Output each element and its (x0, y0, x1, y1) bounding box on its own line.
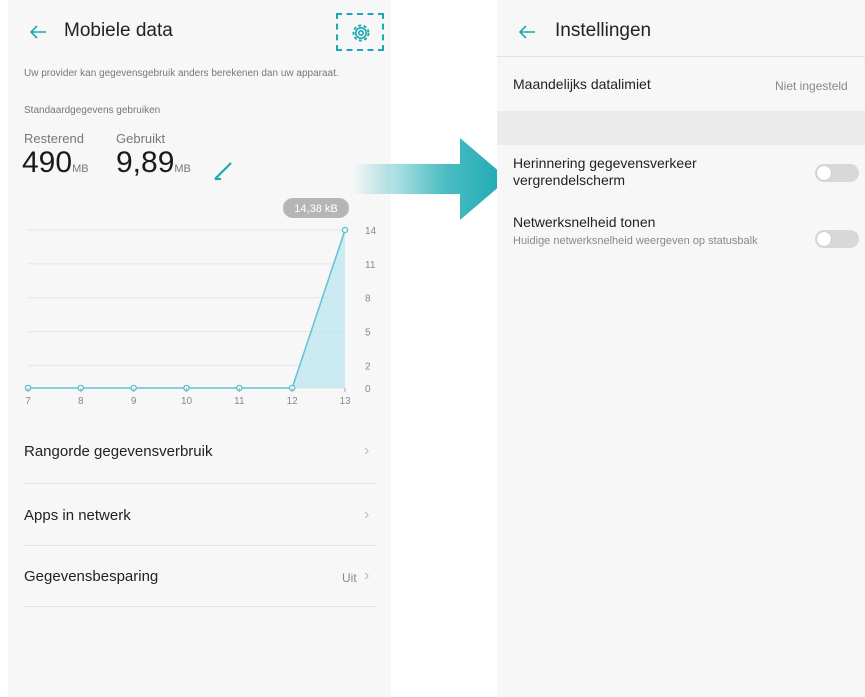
monthly-limit-value: Niet ingesteld (775, 79, 848, 93)
remaining-amount: 490MB (22, 146, 89, 180)
remaining-value: 490 (22, 146, 73, 179)
divider (24, 483, 376, 484)
tooltip-label: 14,38 kB (294, 203, 337, 215)
settings-button[interactable] (336, 13, 384, 51)
x-tick-label: 13 (339, 396, 351, 407)
mobile-data-screen: Mobiele data Uw provider kan gegevensgeb… (8, 0, 391, 697)
monthly-limit-label[interactable]: Maandelijks datalimiet (513, 76, 651, 92)
settings-header: Instellingen (497, 0, 865, 60)
menu-item-apps-label[interactable]: Apps in netwerk (24, 507, 131, 524)
usage-line (28, 229, 346, 389)
x-tick-label: 7 (25, 396, 31, 407)
reminder-toggle[interactable] (815, 164, 859, 182)
network-speed-label: Netwerksnelheid tonen (513, 214, 656, 230)
network-speed-sublabel: Huidige netwerksnelheid weergeven op sta… (513, 235, 758, 247)
y-tick-label: 11 (365, 260, 376, 271)
data-point (341, 226, 349, 234)
chevron-right-icon: › (364, 506, 370, 523)
data-saver-status: Uit (342, 571, 357, 585)
section-gap (497, 111, 865, 145)
used-unit: MB (174, 163, 191, 175)
y-tick-label: 5 (365, 328, 371, 339)
y-tick-label: 2 (365, 361, 371, 372)
y-tick-label: 14 (365, 226, 377, 237)
toggle-knob (817, 166, 831, 180)
divider (24, 545, 376, 546)
x-tick-label: 9 (131, 396, 137, 407)
usage-chart: 0 2 5 8 11 14 7 8 9 10 11 12 13 14,38 kB (24, 198, 377, 407)
divider (497, 56, 865, 57)
default-data-label: Standaardgegevens gebruiken (24, 105, 161, 116)
provider-notice: Uw provider kan gegevensgebruik anders b… (24, 68, 339, 79)
pencil-icon[interactable] (212, 160, 234, 182)
back-arrow-icon[interactable] (517, 22, 537, 42)
chevron-right-icon: › (364, 567, 370, 584)
used-value: 9,89 (116, 146, 175, 179)
menu-item-data-saver-label[interactable]: Gegevensbesparing (24, 568, 158, 585)
x-tick-label: 10 (181, 396, 193, 407)
toggle-knob (817, 232, 831, 246)
page-title: Mobiele data (64, 20, 173, 41)
y-tick-label: 8 (365, 294, 371, 305)
remaining-label: Resterend (24, 131, 84, 146)
network-speed-toggle[interactable] (815, 230, 859, 248)
remaining-unit: MB (72, 163, 89, 175)
x-tick-label: 11 (234, 396, 245, 407)
usage-area (28, 230, 345, 388)
mobile-data-header: Mobiele data (8, 0, 391, 60)
page-title: Instellingen (555, 20, 652, 41)
back-arrow-icon[interactable] (28, 22, 48, 42)
y-tick-label: 0 (365, 384, 371, 395)
used-amount: 9,89MB (116, 146, 191, 180)
flow-arrow-icon (352, 138, 508, 220)
gear-icon (352, 24, 370, 42)
chevron-right-icon: › (364, 442, 370, 459)
divider (24, 606, 376, 607)
menu-item-ranking-label[interactable]: Rangorde gegevensverbruik (24, 443, 212, 460)
x-tick-label: 8 (78, 396, 84, 407)
reminder-label: Herinnering gegevensverkeer vergrendelsc… (513, 155, 697, 188)
x-tick-label: 12 (287, 396, 299, 407)
used-label: Gebruikt (116, 131, 166, 146)
settings-screen: Instellingen Maandelijks datalimiet Niet… (497, 0, 865, 697)
